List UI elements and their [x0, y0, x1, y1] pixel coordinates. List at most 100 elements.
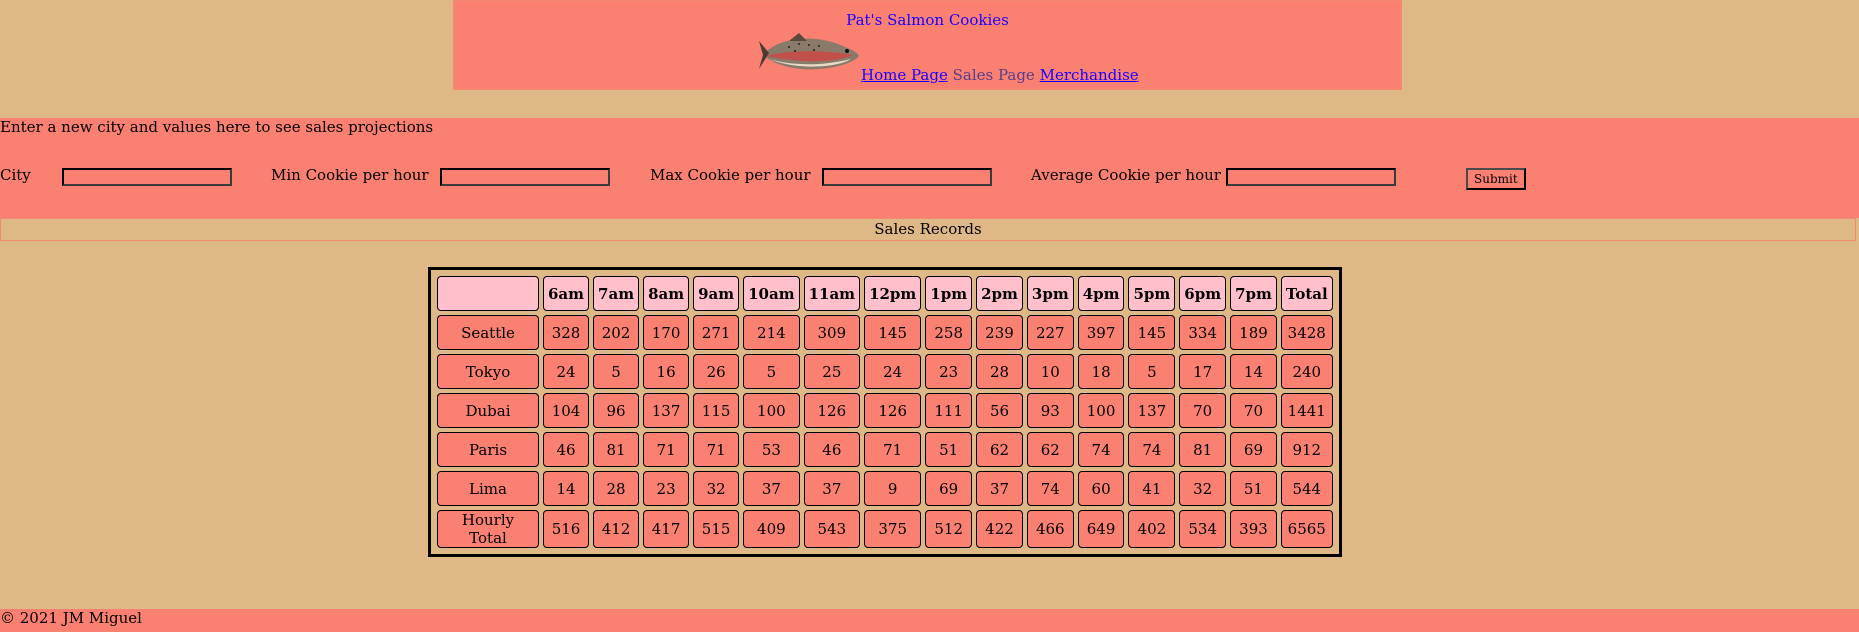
row-total-cell: 1441: [1280, 393, 1333, 428]
hour-header: 2pm: [976, 276, 1023, 311]
city-cell: Tokyo: [437, 354, 539, 389]
max-cookie-input[interactable]: [822, 168, 992, 186]
sales-cell: 145: [864, 315, 922, 350]
hour-header: 3pm: [1026, 276, 1074, 311]
sales-cell: 100: [1077, 393, 1125, 428]
sales-cell: 32: [693, 471, 740, 506]
sales-cell: 24: [543, 354, 590, 389]
nav-merchandise-link[interactable]: Merchandise: [1040, 66, 1139, 84]
sales-cell: 18: [1077, 354, 1125, 389]
sales-cell: 202: [593, 315, 640, 350]
city-cell: Dubai: [437, 393, 539, 428]
sales-cell: 24: [864, 354, 922, 389]
form-intro: Enter a new city and values here to see …: [0, 118, 434, 136]
sales-cell: 60: [1077, 471, 1125, 506]
page-footer: © 2021 JM Miguel: [0, 609, 1859, 632]
sales-cell: 16: [643, 354, 690, 389]
site-title: Pat's Salmon Cookies: [846, 11, 1009, 29]
sales-cell: 214: [743, 315, 800, 350]
hourly-total-cell: 422: [976, 510, 1023, 548]
table-row: Tokyo 24 5 16 26 5 25 24 23 28 10 18 5 17 14 240: [437, 354, 1333, 389]
sales-cell: 53: [743, 432, 800, 467]
sales-cell: 397: [1077, 315, 1125, 350]
sales-cell: 104: [543, 393, 590, 428]
sales-cell: 81: [1179, 432, 1227, 467]
avg-cookie-input[interactable]: [1226, 168, 1396, 186]
site-header: Pat's Salmon Cookies Home Page Sales Pag…: [453, 0, 1402, 90]
hour-header: 10am: [743, 276, 800, 311]
city-input[interactable]: [62, 168, 232, 186]
sales-table: 6am 7am 8am 9am 10am 11am 12pm 1pm 2pm 3pm 4pm 5pm 6…: [428, 267, 1342, 557]
hourly-total-cell: 543: [803, 510, 861, 548]
sales-cell: 115: [693, 393, 740, 428]
hour-header: 1pm: [925, 276, 973, 311]
row-total-cell: 240: [1280, 354, 1333, 389]
nav-sales-link[interactable]: Sales Page: [953, 66, 1035, 84]
sales-cell: 71: [693, 432, 740, 467]
sales-cell: 81: [593, 432, 640, 467]
table-row: Dubai 104 96 137 115 100 126 126 111 56 93 100 137 70…: [437, 393, 1333, 428]
table-row: Lima 14 28 23 32 37 37 9 69 37 74 60 41 32 51 544: [437, 471, 1333, 506]
sales-cell: 227: [1026, 315, 1074, 350]
sales-cell: 126: [803, 393, 861, 428]
hourly-total-cell: 417: [643, 510, 690, 548]
main-nav: Home Page Sales Page Merchandise: [861, 66, 1139, 84]
nav-home-link[interactable]: Home Page: [861, 66, 948, 84]
sales-cell: 69: [925, 471, 973, 506]
hourly-total-cell: 534: [1179, 510, 1227, 548]
sales-cell: 145: [1128, 315, 1176, 350]
sales-cell: 137: [643, 393, 690, 428]
row-total-cell: 544: [1280, 471, 1333, 506]
avg-cookie-label: Average Cookie per hour: [1031, 166, 1221, 184]
sales-cell: 70: [1179, 393, 1227, 428]
hour-header: 8am: [643, 276, 690, 311]
min-cookie-label: Min Cookie per hour: [271, 166, 429, 184]
sales-cell: 334: [1179, 315, 1227, 350]
hourly-total-row: Hourly Total 516 412 417 515 409 543 375 512 422 4…: [437, 510, 1333, 548]
sales-cell: 46: [543, 432, 590, 467]
sales-cell: 37: [803, 471, 861, 506]
hourly-total-cell: 412: [593, 510, 640, 548]
sales-table-wrapper: 6am 7am 8am 9am 10am 11am 12pm 1pm 2pm 3pm 4pm 5pm 6…: [428, 267, 1342, 557]
sales-cell: 93: [1026, 393, 1074, 428]
sales-cell: 69: [1230, 432, 1277, 467]
min-cookie-input[interactable]: [440, 168, 610, 186]
hour-header: 4pm: [1077, 276, 1125, 311]
hour-header: 6am: [543, 276, 590, 311]
sales-cell: 14: [543, 471, 590, 506]
sales-cell: 74: [1077, 432, 1125, 467]
sales-cell: 23: [925, 354, 973, 389]
sales-cell: 10: [1026, 354, 1074, 389]
sales-cell: 271: [693, 315, 740, 350]
sales-cell: 62: [976, 432, 1023, 467]
sales-cell: 239: [976, 315, 1023, 350]
sales-cell: 51: [1230, 471, 1277, 506]
hourly-total-cell: 466: [1026, 510, 1074, 548]
table-corner-cell: [437, 276, 539, 311]
sales-cell: 41: [1128, 471, 1176, 506]
sales-cell: 309: [803, 315, 861, 350]
city-cell: Lima: [437, 471, 539, 506]
form-row: City Min Cookie per hour Max Cookie per …: [0, 166, 1859, 190]
sales-records-heading: Sales Records: [0, 218, 1856, 241]
sales-cell: 71: [643, 432, 690, 467]
hour-header: 7am: [593, 276, 640, 311]
sales-cell: 23: [643, 471, 690, 506]
submit-button[interactable]: Submit: [1466, 168, 1526, 190]
grand-total-cell: 6565: [1280, 510, 1333, 548]
row-total-cell: 912: [1280, 432, 1333, 467]
hour-header: 9am: [693, 276, 740, 311]
sales-cell: 170: [643, 315, 690, 350]
sales-cell: 74: [1026, 471, 1074, 506]
sales-cell: 96: [593, 393, 640, 428]
hourly-total-cell: 375: [864, 510, 922, 548]
sales-cell: 26: [693, 354, 740, 389]
table-header-row: 6am 7am 8am 9am 10am 11am 12pm 1pm 2pm 3pm 4pm 5pm 6…: [437, 276, 1333, 311]
table-row: Paris 46 81 71 71 53 46 71 51 62 62 74 74 81 69 912: [437, 432, 1333, 467]
sales-cell: 56: [976, 393, 1023, 428]
sales-cell: 37: [743, 471, 800, 506]
max-cookie-label: Max Cookie per hour: [650, 166, 811, 184]
sales-cell: 328: [543, 315, 590, 350]
sales-cell: 62: [1026, 432, 1074, 467]
hour-header: 6pm: [1179, 276, 1227, 311]
